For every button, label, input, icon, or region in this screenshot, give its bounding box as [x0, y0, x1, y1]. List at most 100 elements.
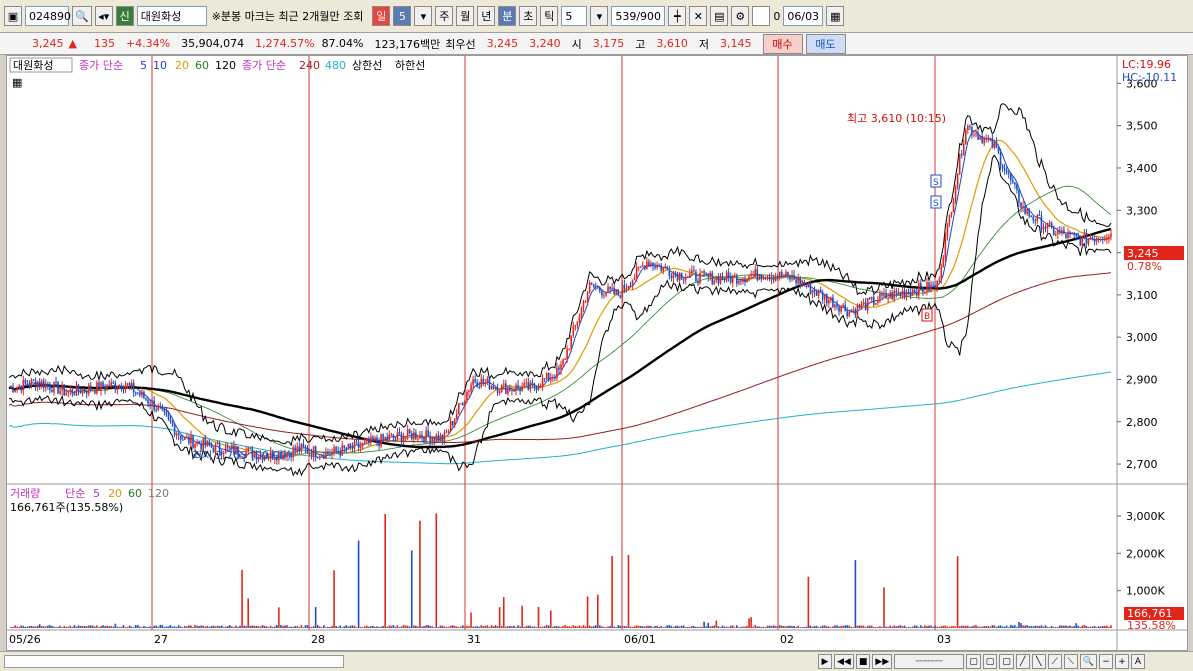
candle-body [439, 435, 442, 442]
draw-tool-icon[interactable]: ⟋ [1047, 654, 1062, 669]
play-icon[interactable]: ▶ [818, 654, 832, 669]
volume-bar [87, 625, 90, 628]
draw-icon[interactable]: ✕ [689, 6, 708, 26]
candle-body [733, 275, 736, 277]
volume-bar [1052, 627, 1055, 628]
stop-icon[interactable]: ■ [855, 654, 871, 669]
window-icon[interactable]: ▢ [966, 654, 981, 669]
period-day-count[interactable]: 5 [393, 6, 412, 26]
gear-icon[interactable]: ⚙ [731, 6, 750, 26]
menu-icon[interactable]: ▣ [4, 6, 22, 26]
volume-bar [1032, 626, 1035, 628]
candle-body [327, 451, 329, 455]
chart-svg[interactable]: 05/26 27 28 31 06/01 02 033,6003,5003,4003,300… [7, 56, 1187, 650]
candle-body [1081, 236, 1084, 246]
candle-body [292, 447, 294, 458]
candle-body [885, 292, 887, 299]
chart-area[interactable]: 05/26 27 28 31 06/01 02 03 3,600 3,500 3,400 3,300… [6, 55, 1188, 651]
volume-bar [588, 625, 591, 628]
buy-mark-text: B [924, 312, 930, 322]
volume-bar [486, 625, 489, 628]
volume-bar [413, 625, 415, 628]
draw-tool-icon[interactable]: ╲ [1031, 654, 1046, 669]
volume-bar [398, 627, 401, 628]
table-icon[interactable]: ▦ [12, 76, 22, 89]
save-icon[interactable]: ▤ [710, 6, 729, 26]
candle-body [883, 292, 885, 296]
candle-body [198, 441, 200, 445]
draw-tool-icon[interactable]: ╱ [1015, 654, 1030, 669]
volume-bar [359, 626, 362, 628]
chevron-down-icon[interactable]: ▾ [414, 6, 433, 26]
volume-bar [511, 626, 513, 628]
period-tick[interactable]: 틱 [540, 6, 559, 26]
window-icon[interactable]: ▢ [999, 654, 1014, 669]
draw-tool-icon[interactable]: ⟍ [1063, 654, 1078, 669]
volume-bar [958, 626, 961, 628]
candle-icon[interactable]: ┿ [668, 6, 687, 26]
ask-label: 최우선 [445, 37, 476, 51]
first-icon[interactable]: ◀◀ [834, 654, 854, 669]
candle-body [991, 137, 994, 148]
period-month[interactable]: 월 [456, 6, 475, 26]
volume-bar [106, 625, 108, 628]
search-icon[interactable]: 🔍 [72, 6, 92, 26]
volume-bar [723, 626, 726, 628]
interval-select[interactable]: 5 [561, 6, 588, 26]
candle-body [611, 287, 613, 290]
candle-body [137, 392, 139, 394]
magnifier-icon[interactable]: 🔍 [1079, 654, 1097, 669]
legend-lower: 하한선 [395, 58, 425, 72]
volume-bar [496, 626, 499, 628]
volume-bar [852, 627, 855, 628]
volume-bar [509, 626, 511, 628]
candle-body [1077, 235, 1080, 238]
volume-bar [854, 560, 857, 628]
chevron-down-icon[interactable]: ▾ [590, 6, 609, 26]
volume-bar [42, 626, 45, 628]
buy-button[interactable]: 매수 [762, 33, 803, 54]
volume-bar [899, 625, 902, 628]
volume-bar [689, 626, 691, 628]
volume-bar [237, 626, 239, 628]
candle-body [997, 148, 1000, 153]
minus-icon[interactable]: − [1098, 654, 1113, 669]
stock-code-input[interactable]: 024890 [25, 6, 71, 26]
volume-bar [860, 625, 863, 628]
candle-body [141, 391, 143, 396]
volume-bar [967, 625, 969, 628]
window-icon[interactable]: ▢ [982, 654, 998, 669]
candle-body [155, 409, 157, 411]
checkbox[interactable] [752, 6, 771, 26]
date-input[interactable]: 06/03 [783, 6, 824, 26]
volume-bar [439, 625, 442, 628]
volume-bar [163, 626, 166, 628]
period-minute[interactable]: 분 [498, 6, 517, 26]
candle-body [1106, 238, 1108, 240]
last-icon[interactable]: ▶▶ [872, 654, 893, 669]
candle-body [427, 430, 429, 437]
period-second[interactable]: 초 [519, 6, 538, 26]
calendar-icon[interactable]: ▦ [826, 6, 845, 26]
period-day[interactable]: 일 [372, 6, 391, 26]
period-year[interactable]: 년 [477, 6, 496, 26]
candle-body [308, 452, 311, 454]
pct-tag: 0.78% [1127, 260, 1162, 273]
zoom-slider[interactable]: ┈┈┈┈┈ [894, 654, 965, 669]
period-week[interactable]: 주 [435, 6, 454, 26]
volume-bar [1026, 625, 1028, 628]
sell-button[interactable]: 매도 [805, 33, 846, 54]
candle-body [511, 389, 513, 391]
volume-bar [40, 626, 43, 628]
scrollbar[interactable] [4, 655, 344, 668]
upper-band [8, 103, 1112, 447]
volume-bar [1057, 627, 1059, 628]
plus-icon[interactable]: + [1114, 654, 1129, 669]
text-icon[interactable]: A [1130, 654, 1145, 669]
volume-bar [435, 513, 438, 628]
candle-body [32, 379, 35, 381]
stock-name-field[interactable]: 대원화성 [136, 6, 207, 26]
volume-bar [69, 625, 72, 628]
speaker-icon[interactable]: ◂▾ [94, 6, 113, 26]
volume-bar [762, 626, 765, 628]
